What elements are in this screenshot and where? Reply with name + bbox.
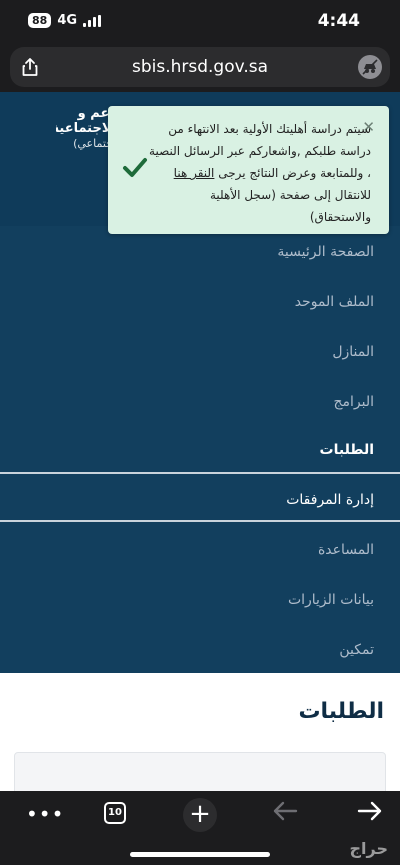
menu-item-home[interactable]: الصفحة الرئيسية bbox=[277, 244, 374, 260]
page-title: الطلبات bbox=[298, 699, 384, 724]
menu-item-houses[interactable]: المنازل bbox=[332, 344, 374, 360]
menu-item-tamkeen[interactable]: تمكين bbox=[339, 642, 374, 658]
browser-toolbar: ••• 10 + حراج bbox=[0, 791, 400, 865]
toast-message-text-end: للانتقال إلى صفحة (سجل الأهلية والاستحقا… bbox=[209, 188, 371, 224]
battery-icon: 88 bbox=[28, 13, 52, 28]
tabs-button[interactable]: 10 bbox=[104, 802, 126, 824]
home-indicator bbox=[130, 852, 270, 857]
site-logo[interactable]: دعم و الاجتماعية اجتماعي) bbox=[56, 106, 116, 151]
menu-item-visits[interactable]: بيانات الزيارات bbox=[288, 592, 374, 608]
toast-message: سيتم دراسة أهليتك الأولية بعد الانتهاء م… bbox=[146, 118, 371, 228]
url-text[interactable]: sbis.hrsd.gov.sa bbox=[10, 57, 390, 77]
menu-item-requests[interactable]: الطلبات bbox=[320, 442, 374, 458]
signal-icon bbox=[83, 14, 102, 27]
menu-divider-bottom bbox=[0, 520, 400, 522]
tracking-protection-icon[interactable] bbox=[358, 55, 382, 79]
clock: 4:44 bbox=[317, 11, 360, 31]
status-bar: 88 4G 4:44 bbox=[0, 0, 400, 44]
eligibility-link[interactable]: النقر هنا bbox=[174, 166, 215, 180]
watermark-logo: حراج bbox=[349, 839, 389, 858]
checkmark-icon bbox=[123, 158, 147, 177]
back-arrow-icon[interactable] bbox=[272, 800, 298, 822]
navigation-menu: الصفحة الرئيسية الملف الموحد المنازل الب… bbox=[0, 226, 400, 673]
forward-arrow-icon[interactable] bbox=[357, 800, 383, 822]
logo-line-3: اجتماعي) bbox=[73, 137, 116, 150]
success-toast: ✕ سيتم دراسة أهليتك الأولية بعد الانتهاء… bbox=[108, 106, 389, 234]
more-options-button[interactable]: ••• bbox=[26, 802, 64, 826]
menu-item-help[interactable]: المساعدة bbox=[318, 542, 374, 558]
logo-line-1: دعم و bbox=[77, 106, 116, 121]
menu-item-unified-profile[interactable]: الملف الموحد bbox=[295, 294, 374, 310]
menu-divider-top bbox=[0, 472, 400, 474]
new-tab-button[interactable]: + bbox=[183, 798, 217, 832]
logo-line-2: الاجتماعية bbox=[56, 121, 116, 136]
address-bar[interactable]: sbis.hrsd.gov.sa bbox=[10, 47, 390, 87]
status-indicators: 88 4G bbox=[28, 13, 102, 28]
menu-item-programs[interactable]: البرامج bbox=[333, 394, 374, 410]
main-content: الطلبات bbox=[0, 673, 400, 802]
network-type: 4G bbox=[57, 13, 78, 28]
browser-address-area: sbis.hrsd.gov.sa bbox=[0, 44, 400, 92]
menu-item-attachments[interactable]: إدارة المرفقات bbox=[286, 492, 374, 508]
